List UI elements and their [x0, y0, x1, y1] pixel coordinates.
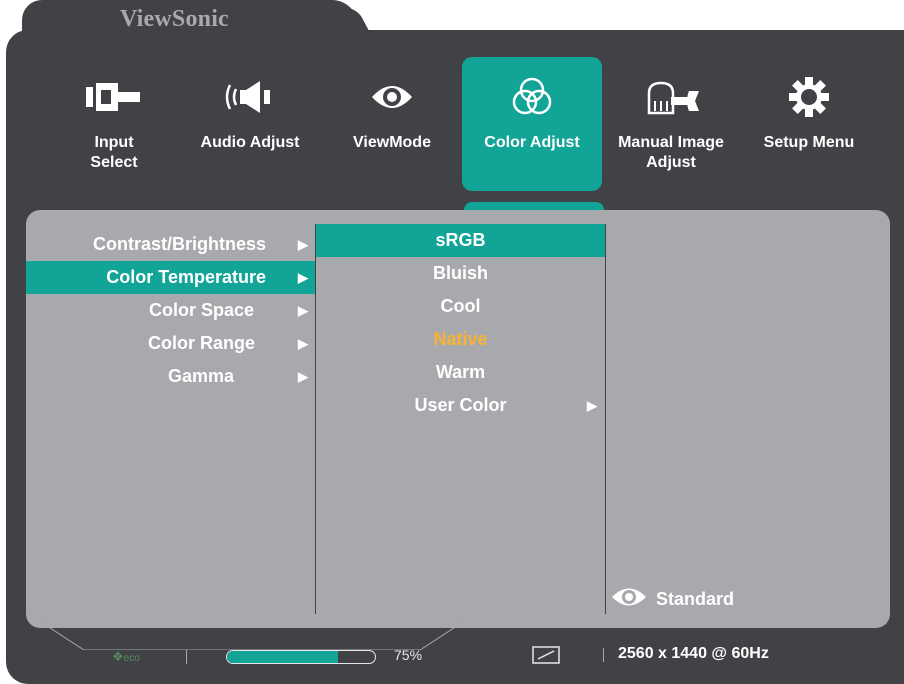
eye-icon — [362, 69, 422, 125]
menu-list: Contrast/Brightness ▶ Color Temperature … — [26, 228, 316, 393]
color-circles-icon — [502, 69, 562, 125]
menu-item-label: Color Space — [148, 300, 254, 320]
submenu-item-label: User Color — [414, 395, 507, 415]
menu-item-color-space[interactable]: Color Space ▶ — [26, 294, 316, 327]
tab-audio-adjust[interactable]: Audio Adjust — [190, 57, 310, 191]
progress-fill — [227, 651, 338, 663]
input-select-icon — [84, 69, 144, 125]
submenu-list: sRGB Bluish Cool Native Warm User Color … — [315, 224, 606, 614]
menu-item-contrast-brightness[interactable]: Contrast/Brightness ▶ — [26, 228, 316, 261]
submenu-item-user-color[interactable]: User Color ▶ — [316, 389, 605, 422]
eco-icon: ❖eco — [112, 649, 140, 664]
submenu-item-label: Warm — [435, 362, 486, 382]
eye-icon — [610, 584, 648, 615]
tab-label: ViewMode — [353, 134, 431, 151]
menu-item-color-range[interactable]: Color Range ▶ — [26, 327, 316, 360]
submenu-item-bluish[interactable]: Bluish — [316, 257, 605, 290]
gear-icon — [779, 69, 839, 125]
menu-item-label: Color Temperature — [106, 267, 266, 287]
hand-wrench-icon — [641, 69, 701, 125]
progress-percent: 75% — [394, 647, 423, 663]
tab-input-select[interactable]: Input Select — [56, 57, 172, 191]
submenu-item-cool[interactable]: Cool — [316, 290, 605, 323]
arrow-right-icon: ▶ — [298, 369, 308, 384]
submenu-item-warm[interactable]: Warm — [316, 356, 605, 389]
arrow-right-icon: ▶ — [298, 270, 308, 285]
aspect-ratio-icon — [532, 646, 560, 669]
current-viewmode: Standard — [610, 584, 734, 615]
arrow-right-icon: ▶ — [298, 237, 308, 252]
separator — [186, 650, 187, 664]
tab-label: Audio Adjust — [200, 134, 300, 151]
tab-viewmode[interactable]: ViewMode — [332, 57, 452, 191]
submenu-item-label: Cool — [440, 296, 481, 316]
tab-label: Manual Image Adjust — [618, 134, 724, 171]
menu-item-gamma[interactable]: Gamma ▶ — [26, 360, 316, 393]
menu-item-label: Color Range — [147, 333, 255, 353]
submenu-item-srgb[interactable]: sRGB — [316, 224, 605, 257]
brand-logo: ViewSonic — [120, 6, 229, 32]
tab-setup-menu[interactable]: Setup Menu — [748, 57, 870, 191]
tab-label: Input Select — [90, 134, 138, 171]
tab-color-adjust[interactable]: Color Adjust — [462, 57, 602, 191]
arrow-right-icon: ▶ — [298, 336, 308, 351]
arrow-right-icon: ▶ — [298, 303, 308, 318]
status-bar-outline — [44, 623, 460, 650]
eco-label: eco — [123, 653, 140, 664]
tab-label: Color Adjust — [484, 134, 580, 151]
submenu-item-native[interactable]: Native — [316, 323, 605, 356]
arrow-right-icon: ▶ — [587, 398, 597, 413]
menu-item-color-temperature[interactable]: Color Temperature ▶ — [26, 261, 316, 294]
submenu-item-label: Bluish — [432, 263, 488, 283]
eco-progress-bar — [226, 650, 376, 664]
menu-item-label: Contrast/Brightness — [92, 234, 266, 254]
menu-item-label: Gamma — [167, 366, 234, 386]
submenu-item-label: sRGB — [435, 230, 486, 250]
menu-panel: Contrast/Brightness ▶ Color Temperature … — [26, 210, 890, 628]
viewmode-label: Standard — [656, 589, 735, 609]
separator — [603, 648, 604, 662]
tab-label: Setup Menu — [763, 134, 855, 151]
submenu-item-label: Native — [433, 329, 488, 349]
speaker-icon — [220, 69, 280, 125]
tab-manual-image-adjust[interactable]: Manual Image Adjust — [610, 57, 732, 191]
resolution-readout: 2560 x 1440 @ 60Hz — [618, 645, 769, 662]
